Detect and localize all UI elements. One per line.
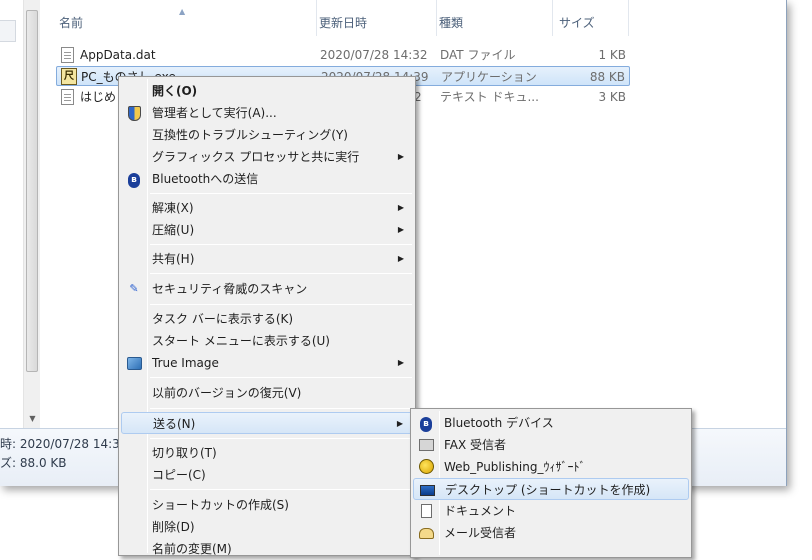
navigation-pane: ▼: [0, 0, 40, 428]
send-to-bluetooth-device[interactable]: ʙ Bluetooth デバイス: [413, 412, 689, 434]
column-header: 名前 ▲ 更新日時 種類 サイズ: [41, 0, 786, 36]
file-type: テキスト ドキュ...: [440, 90, 539, 104]
submenu-arrow-icon: ▶: [397, 254, 404, 263]
menu-separator: [150, 438, 412, 439]
fax-icon: [418, 437, 434, 453]
desktop-icon: [419, 482, 435, 498]
submenu-arrow-icon: ▶: [397, 358, 404, 367]
details-modified-date: 時: 2020/07/28 14:39: [0, 437, 128, 451]
bluetooth-icon: ʙ: [418, 415, 434, 432]
send-to-documents[interactable]: ドキュメント: [413, 500, 689, 522]
document-icon: [418, 503, 434, 519]
menu-item-true-image[interactable]: True Image ▶: [121, 352, 413, 374]
file-name: AppData.dat: [80, 48, 156, 62]
send-to-mail-recipient[interactable]: メール受信者: [413, 522, 689, 544]
submenu-arrow-icon: ▶: [397, 152, 404, 161]
menu-item-delete[interactable]: 削除(D): [121, 516, 413, 538]
file-date: 2020/07/28 14:32: [320, 48, 428, 62]
menu-item-share[interactable]: 共有(H) ▶: [121, 248, 413, 270]
context-menu: 開く(O) 管理者として実行(A)... 互換性のトラブルシューティング(Y) …: [118, 76, 416, 556]
mail-icon: [418, 525, 434, 541]
file-size: 88 KB: [589, 70, 625, 84]
send-to-web-publishing[interactable]: Web_Publishing_ｳｨｻﾞｰﾄﾞ: [413, 456, 689, 478]
menu-item-open[interactable]: 開く(O): [121, 80, 413, 102]
file-name: はじめ: [80, 90, 117, 104]
menu-separator: [150, 304, 412, 305]
menu-item-pin-taskbar[interactable]: タスク バーに表示する(K): [121, 308, 413, 330]
submenu-arrow-icon: ▶: [397, 203, 404, 212]
menu-item-extract[interactable]: 解凍(X) ▶: [121, 197, 413, 219]
menu-item-rename[interactable]: 名前の変更(M): [121, 538, 413, 560]
scroll-down-arrow-icon[interactable]: ▼: [24, 412, 41, 426]
menu-separator: [150, 273, 412, 274]
file-size: 3 KB: [598, 90, 626, 104]
send-to-fax[interactable]: FAX 受信者: [413, 434, 689, 456]
exe-icon: 尺: [61, 68, 77, 85]
menu-separator: [150, 193, 412, 194]
file-type: DAT ファイル: [440, 48, 516, 62]
column-header-date[interactable]: 更新日時: [317, 0, 437, 36]
submenu-arrow-icon: ▶: [397, 225, 404, 234]
menu-item-restore-versions[interactable]: 以前のバージョンの復元(V): [121, 382, 413, 404]
menu-separator: [150, 408, 412, 409]
file-size: 1 KB: [598, 48, 626, 62]
menu-item-troubleshoot-compatibility[interactable]: 互換性のトラブルシューティング(Y): [121, 124, 413, 146]
true-image-icon: [126, 355, 142, 371]
send-to-desktop-shortcut[interactable]: デスクトップ (ショートカットを作成): [413, 478, 689, 500]
scrollbar-thumb[interactable]: [26, 10, 38, 372]
menu-item-create-shortcut[interactable]: ショートカットの作成(S): [121, 494, 413, 516]
file-row[interactable]: AppData.dat 2020/07/28 14:32 DAT ファイル 1 …: [56, 45, 630, 65]
column-header-type[interactable]: 種類: [437, 0, 553, 36]
menu-item-copy[interactable]: コピー(C): [121, 464, 413, 486]
menu-item-compress[interactable]: 圧縮(U) ▶: [121, 219, 413, 241]
web-publishing-icon: [418, 459, 434, 475]
menu-item-run-as-admin[interactable]: 管理者として実行(A)...: [121, 102, 413, 124]
file-type: アプリケーション: [441, 70, 537, 84]
nav-pane-item[interactable]: [0, 20, 16, 42]
menu-item-run-with-gpu[interactable]: グラフィックス プロセッサと共に実行 ▶: [121, 146, 413, 168]
menu-separator: [150, 377, 412, 378]
send-to-submenu: ʙ Bluetooth デバイス FAX 受信者 Web_Publishing_…: [410, 408, 692, 558]
menu-item-bluetooth-send[interactable]: ʙ Bluetoothへの送信: [121, 168, 413, 190]
menu-item-send-to[interactable]: 送る(N) ▶: [121, 412, 413, 434]
sort-ascending-icon: ▲: [179, 7, 186, 16]
menu-item-cut[interactable]: 切り取り(T): [121, 442, 413, 464]
menu-item-pin-start[interactable]: スタート メニューに表示する(U): [121, 330, 413, 352]
submenu-arrow-icon: ▶: [396, 419, 403, 428]
column-header-name[interactable]: 名前: [59, 0, 317, 36]
bluetooth-icon: ʙ: [126, 171, 142, 188]
menu-separator: [150, 489, 412, 490]
text-file-icon: [61, 89, 74, 105]
menu-item-security-scan[interactable]: ✎ セキュリティ脅威のスキャン: [121, 278, 413, 300]
column-header-size[interactable]: サイズ: [553, 0, 629, 36]
details-file-size: ズ: 88.0 KB: [0, 456, 67, 470]
uac-shield-icon: [126, 105, 142, 121]
pen-icon: ✎: [129, 282, 139, 295]
file-icon: [61, 47, 74, 63]
nav-scrollbar[interactable]: ▼: [23, 0, 40, 428]
menu-separator: [150, 244, 412, 245]
